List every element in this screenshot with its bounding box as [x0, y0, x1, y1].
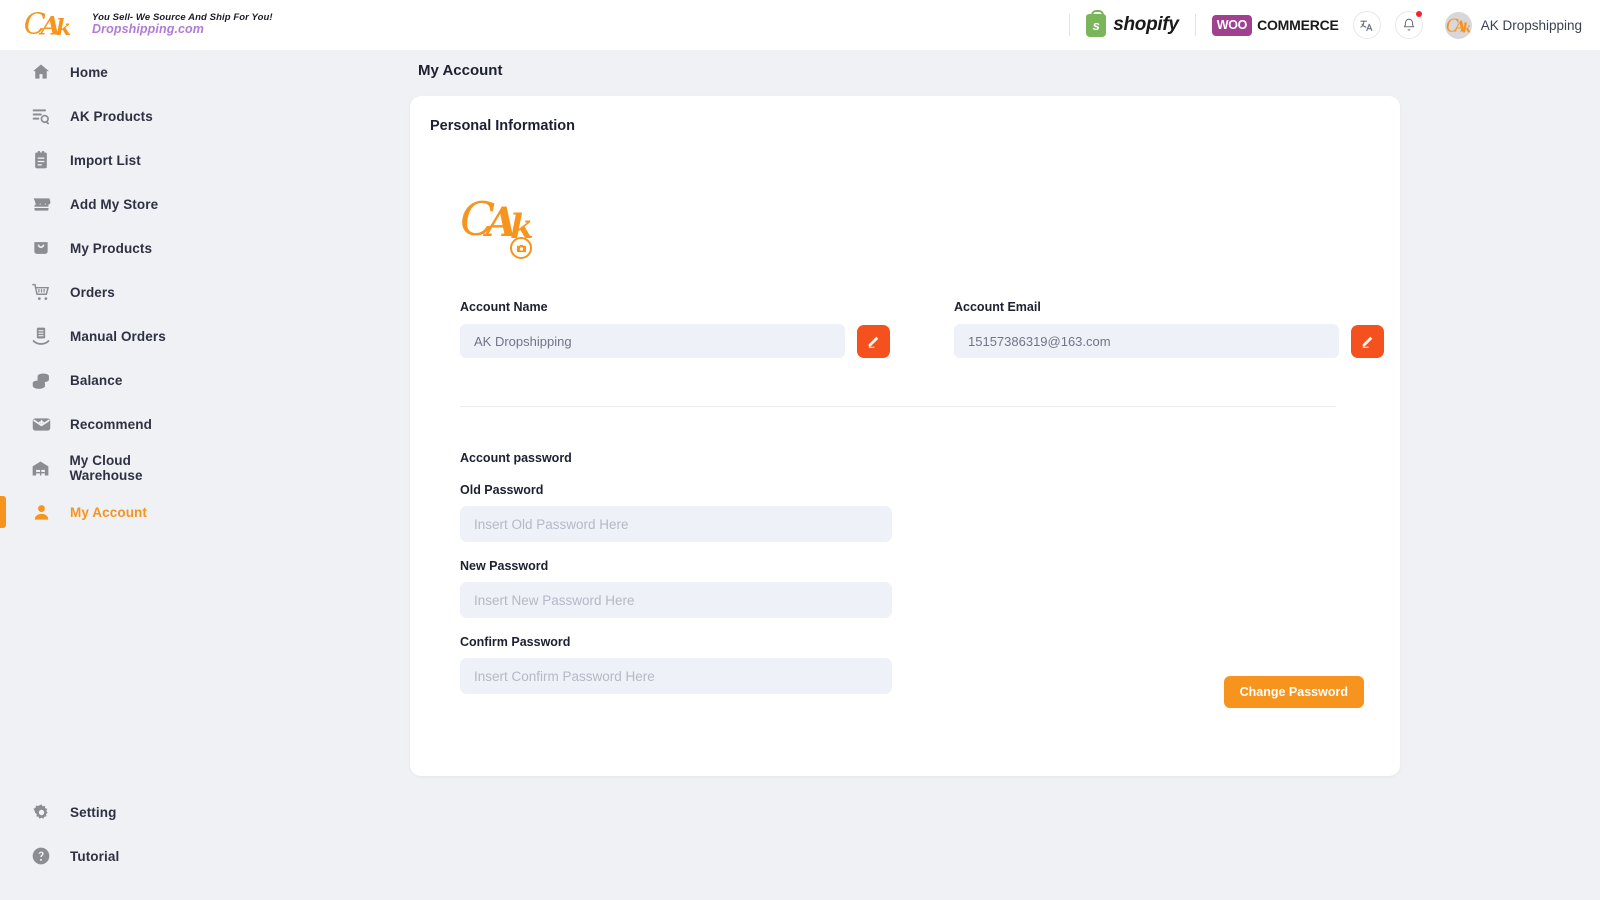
manual-order-icon	[28, 326, 54, 346]
sidebar-item-ak-products[interactable]: AK Products	[0, 94, 205, 138]
app-root: C A k You Sell- We Source And Ship For Y…	[0, 0, 1600, 900]
home-icon	[28, 62, 54, 82]
translate-button[interactable]	[1352, 11, 1381, 39]
brand-domain: Dropshipping.com	[92, 22, 205, 37]
edit-account-email-button[interactable]	[1351, 324, 1384, 358]
coins-icon	[28, 370, 54, 391]
old-password-label: Old Password	[460, 483, 544, 497]
account-email-field-group: Account Email	[954, 300, 1384, 358]
account-email-label: Account Email	[954, 300, 1041, 314]
main-content: My Account Personal Information C A k Ac…	[205, 50, 1600, 900]
section-divider	[460, 406, 1336, 407]
sidebar-item-setting[interactable]: Setting	[0, 790, 205, 834]
old-password-input[interactable]	[460, 506, 892, 542]
shopping-bag-icon	[28, 238, 54, 258]
cart-icon	[28, 282, 54, 303]
product-search-icon	[28, 106, 54, 126]
sidebar-item-label: Add My Store	[70, 196, 159, 212]
active-indicator	[0, 496, 6, 528]
help-circle-icon	[28, 846, 54, 866]
edit-account-name-button[interactable]	[857, 324, 890, 358]
sidebar-item-balance[interactable]: Balance	[0, 358, 205, 402]
warehouse-icon	[28, 458, 53, 479]
shopify-mark: s	[1092, 17, 1100, 33]
gear-icon	[28, 803, 54, 822]
sidebar-item-manual-orders[interactable]: Manual Orders	[0, 314, 205, 358]
confirm-password-group: Confirm Password	[460, 635, 900, 694]
old-password-group: Old Password	[460, 483, 900, 542]
profile-avatar[interactable]: C A k	[460, 191, 552, 259]
store-icon	[28, 194, 54, 215]
change-password-button[interactable]: Change Password	[1223, 676, 1364, 708]
divider	[1194, 14, 1196, 36]
page-title: My Account	[418, 62, 503, 79]
bell-icon	[1403, 18, 1414, 31]
clipboard-icon	[28, 150, 54, 170]
sidebar-item-my-account[interactable]: My Account	[0, 490, 205, 534]
new-password-label: New Password	[460, 559, 549, 573]
sidebar-item-label: Home	[70, 64, 108, 80]
notifications-button[interactable]	[1394, 11, 1423, 39]
sidebar-item-home[interactable]: Home	[0, 50, 205, 94]
brand-logo[interactable]: C A k You Sell- We Source And Ship For Y…	[22, 7, 273, 43]
sidebar-item-label: AK Products	[70, 108, 153, 124]
sidebar-item-my-cloud-warehouse[interactable]: My Cloud Warehouse	[0, 446, 205, 490]
pencil-icon	[1362, 336, 1372, 348]
account-name-input[interactable]	[460, 324, 845, 358]
sidebar-item-add-my-store[interactable]: Add My Store	[0, 182, 205, 226]
envelope-plus-icon	[28, 414, 54, 435]
woocommerce-connect-button[interactable]: WOO COMMERCE	[1211, 14, 1339, 36]
shopify-connect-button[interactable]: s shopify	[1086, 9, 1179, 37]
pencil-icon	[868, 336, 878, 348]
shopify-icon: s	[1086, 9, 1107, 37]
sidebar-item-label: Manual Orders	[70, 328, 166, 344]
woo-icon: WOO	[1211, 14, 1253, 36]
ak-logo-icon: C A k	[22, 7, 90, 43]
confirm-password-input[interactable]	[460, 658, 892, 694]
camera-icon[interactable]	[510, 237, 532, 259]
avatar: C A k	[1444, 11, 1472, 39]
personal-information-card: Personal Information C A k Account Name	[410, 96, 1400, 776]
account-email-input[interactable]	[954, 324, 1339, 358]
sidebar-item-label: Balance	[70, 372, 123, 388]
shopify-label: shopify	[1113, 14, 1179, 35]
sidebar-item-my-products[interactable]: My Products	[0, 226, 205, 270]
sidebar-item-label: Import List	[70, 152, 141, 168]
sidebar-item-tutorial[interactable]: Tutorial	[0, 834, 205, 878]
account-password-heading: Account password	[460, 451, 572, 465]
confirm-password-label: Confirm Password	[460, 635, 571, 649]
sidebar-item-label: My Account	[70, 504, 148, 520]
new-password-input[interactable]	[460, 582, 892, 618]
card-title: Personal Information	[430, 118, 576, 134]
account-name-label: Account Name	[460, 300, 548, 314]
avatar-ak-icon: C A k	[1446, 16, 1472, 36]
sidebar-item-label: Setting	[70, 804, 117, 820]
sidebar-item-recommend[interactable]: Recommend	[0, 402, 205, 446]
profile-ak-icon: C A k	[460, 192, 534, 247]
sidebar-item-label: Recommend	[70, 416, 152, 432]
sidebar-item-orders[interactable]: Orders	[0, 270, 205, 314]
sidebar: Home AK Products Import List Add My Stor…	[0, 50, 205, 900]
top-bar-right: s shopify WOO COMMERCE C A k AK Dropship…	[1053, 9, 1582, 39]
sidebar-item-label: My Cloud Warehouse	[69, 453, 143, 483]
user-name-label: AK Dropshipping	[1480, 17, 1582, 33]
password-section: Account password Old Password New Passwo…	[460, 451, 900, 711]
sidebar-item-import-list[interactable]: Import List	[0, 138, 205, 182]
new-password-group: New Password	[460, 559, 900, 618]
notification-badge	[1415, 11, 1422, 17]
sidebar-bottom: Setting Tutorial	[0, 790, 205, 878]
sidebar-item-label: Tutorial	[70, 848, 120, 864]
top-bar: C A k You Sell- We Source And Ship For Y…	[0, 0, 1600, 50]
user-menu[interactable]: C A k AK Dropshipping	[1444, 11, 1582, 39]
woocommerce-label: COMMERCE	[1257, 17, 1339, 33]
sidebar-item-label: My Products	[70, 240, 153, 256]
translate-icon	[1360, 20, 1373, 31]
svg-text:k: k	[1463, 21, 1472, 36]
user-icon	[28, 503, 54, 522]
sidebar-item-label: Orders	[70, 284, 115, 300]
divider	[1069, 14, 1071, 36]
account-name-field-group: Account Name	[460, 300, 890, 358]
svg-text:k: k	[56, 15, 71, 41]
